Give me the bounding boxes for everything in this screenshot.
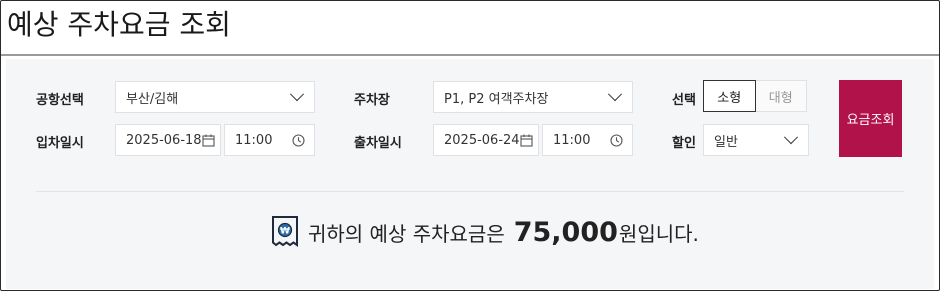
panel-divider [36, 191, 904, 192]
entry-label: 입차일시 [36, 136, 84, 151]
clock-icon[interactable] [610, 133, 623, 147]
parking-label: 주차장 [354, 93, 390, 108]
discount-select[interactable]: 일반 [703, 124, 809, 156]
car-type-small-option[interactable]: 소형 [703, 80, 756, 112]
receipt-won-icon: ₩ [270, 215, 300, 249]
entry-time-value: 11:00 [235, 132, 273, 148]
entry-date-value: 2025-06-18 [126, 132, 202, 148]
calendar-icon[interactable] [520, 134, 533, 147]
entry-time-input[interactable]: 11:00 [224, 124, 315, 156]
airport-select[interactable]: 부산/김해 [115, 81, 315, 113]
svg-text:₩: ₩ [280, 227, 290, 237]
calendar-icon[interactable] [202, 134, 215, 147]
chevron-down-icon [607, 87, 623, 102]
exit-label: 출차일시 [354, 136, 402, 151]
title-divider [1, 54, 939, 56]
chevron-down-icon [783, 130, 799, 145]
search-panel: 공항선택 부산/김해 주차장 P1, P2 여객주차장 선택 소형 대형 입차일… [6, 59, 934, 289]
discount-label: 할인 [672, 136, 696, 151]
result-suffix: 원입니다. [618, 221, 699, 246]
exit-date-value: 2025-06-24 [444, 132, 520, 148]
airport-select-value: 부산/김해 [126, 91, 179, 107]
chevron-down-icon [289, 87, 305, 102]
parking-select-value: P1, P2 여객주차장 [444, 91, 549, 107]
fee-query-button[interactable]: 요금조회 [839, 80, 902, 157]
car-type-large-option[interactable]: 대형 [755, 80, 807, 112]
exit-date-input[interactable]: 2025-06-24 [433, 124, 539, 156]
airport-label: 공항선택 [36, 93, 84, 108]
car-type-toggle: 소형 대형 [703, 80, 807, 112]
discount-select-value: 일반 [714, 134, 738, 150]
fee-result: ₩ 귀하의 예상 주차요금은 75,000 원입니다. [270, 212, 699, 252]
result-prefix: 귀하의 예상 주차요금은 [308, 221, 505, 246]
clock-icon[interactable] [292, 133, 305, 147]
page-title: 예상 주차요금 조회 [7, 8, 231, 41]
car-type-label: 선택 [672, 93, 696, 108]
exit-time-input[interactable]: 11:00 [542, 124, 633, 156]
parking-select[interactable]: P1, P2 여객주차장 [433, 81, 633, 113]
parking-fee-window: 예상 주차요금 조회 공항선택 부산/김해 주차장 P1, P2 여객주차장 선… [0, 0, 940, 291]
entry-date-input[interactable]: 2025-06-18 [115, 124, 221, 156]
exit-time-value: 11:00 [553, 132, 591, 148]
fee-amount: 75,000 [513, 216, 618, 248]
